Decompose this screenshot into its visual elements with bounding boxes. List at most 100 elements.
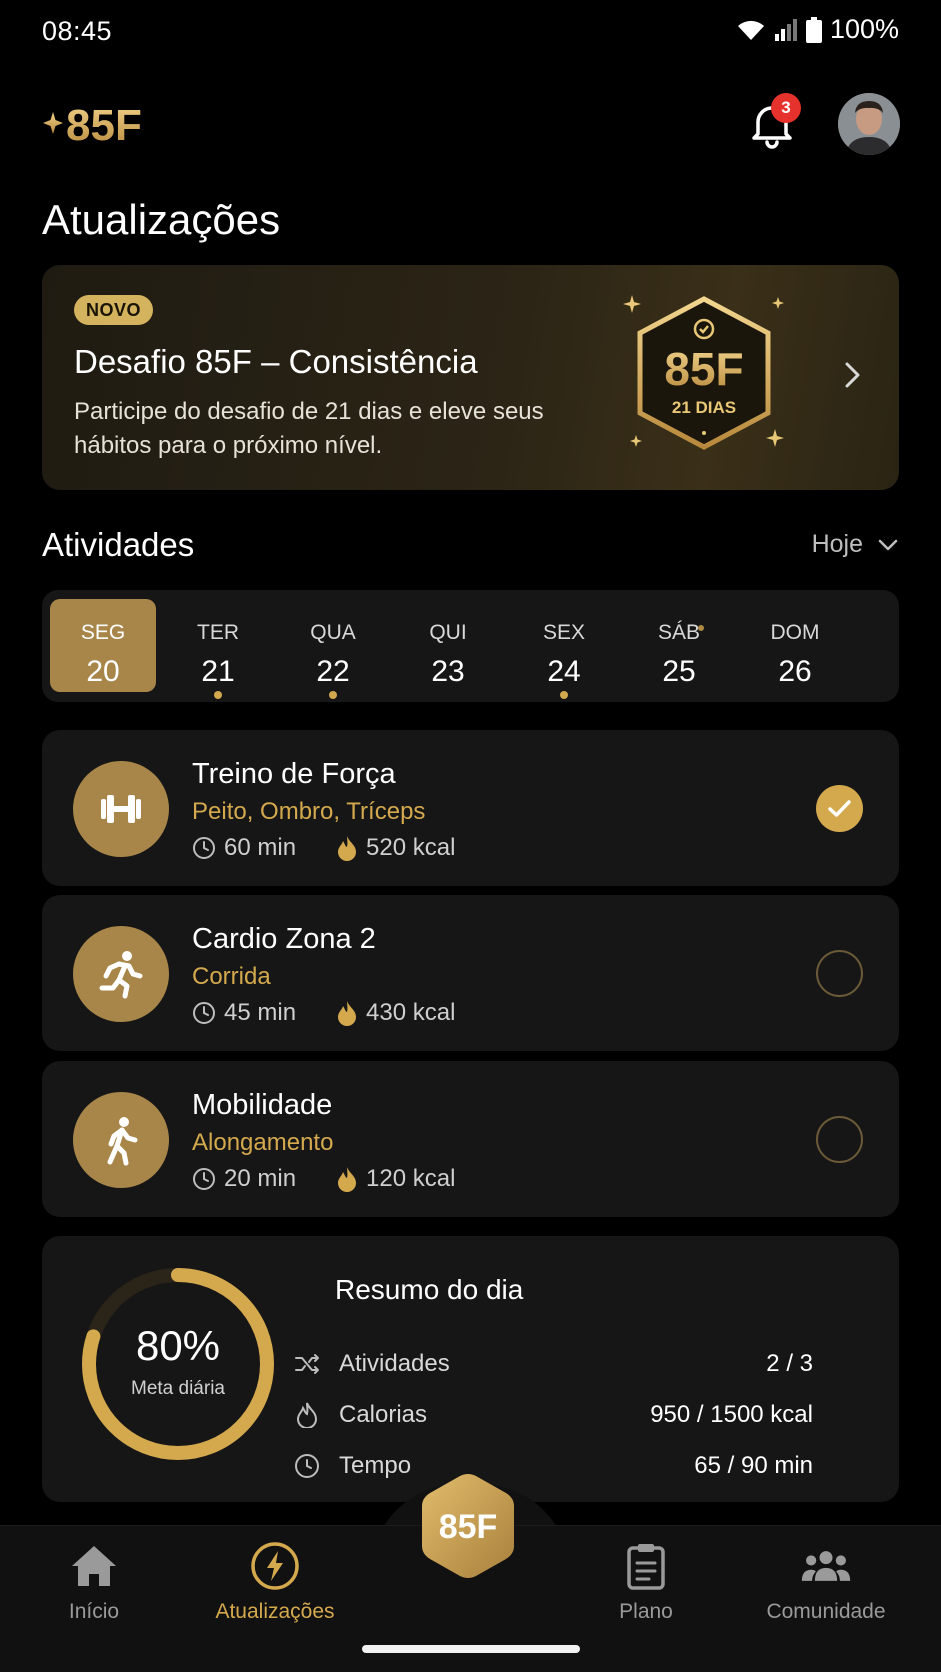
day-name: QUI xyxy=(429,621,467,644)
dumbbell-icon xyxy=(101,795,141,823)
activity-meta: 20 min 120 kcal xyxy=(192,1165,455,1193)
nav-label: Plano xyxy=(619,1600,673,1623)
daily-goal-label: Meta diária xyxy=(131,1378,225,1399)
challenge-banner[interactable]: NOVO Desafio 85F – Consistência Particip… xyxy=(42,265,899,490)
activity-meta: 60 min 520 kcal xyxy=(192,834,455,862)
day-dom[interactable]: DOM 26 xyxy=(742,599,848,692)
challenge-title: Desafio 85F – Consistência xyxy=(74,343,478,380)
bolt-icon xyxy=(251,1542,299,1590)
day-sab[interactable]: SÁB 25 xyxy=(626,599,732,692)
day-activity-dot xyxy=(329,691,337,699)
nav-label: Início xyxy=(68,1600,120,1623)
app-logo[interactable]: 85F xyxy=(40,98,170,150)
logo-text: 85F xyxy=(66,101,142,148)
fab-text: 85F xyxy=(439,1508,498,1546)
activity-calories: 120 kcal xyxy=(366,1165,456,1192)
activity-card-cardio[interactable]: Cardio Zona 2 Corrida 45 min 430 kcal xyxy=(42,895,899,1051)
pending-checkbox[interactable] xyxy=(816,950,863,997)
date-filter-label: Hoje xyxy=(811,530,863,558)
date-filter-dropdown[interactable]: Hoje xyxy=(812,530,899,559)
day-date: 25 xyxy=(662,655,696,688)
notification-badge: 3 xyxy=(771,93,801,123)
activity-subtitle: Peito, Ombro, Tríceps xyxy=(192,798,426,825)
day-ter[interactable]: TER 21 xyxy=(165,599,271,699)
summary-title: Resumo do dia xyxy=(335,1274,524,1305)
day-date: 26 xyxy=(778,655,812,688)
summary-value: 950 / 1500 kcal xyxy=(650,1401,813,1428)
week-selector: SEG 20 TER 21 QUA 22 QUI 23 SEX 24 SÁB 2… xyxy=(42,590,899,702)
day-date: 21 xyxy=(201,655,235,688)
activity-duration: 60 min xyxy=(224,834,297,861)
activity-card-mobility[interactable]: Mobilidade Alongamento 20 min 120 kcal xyxy=(42,1061,899,1217)
walker-icon xyxy=(107,1117,138,1166)
summary-row-activities: Atividades 2 / 3 xyxy=(293,1346,813,1382)
activities-title: Atividades xyxy=(42,526,195,563)
clock-icon xyxy=(193,1002,215,1024)
battery-icon xyxy=(805,16,822,43)
nav-label: Comunidade xyxy=(766,1600,886,1623)
day-name: QUA xyxy=(310,621,356,644)
wifi-icon xyxy=(737,20,764,40)
new-badge: NOVO xyxy=(74,295,154,325)
home-icon xyxy=(72,1546,116,1586)
emblem-brand: 85F xyxy=(664,343,743,395)
nav-label: Atualizações xyxy=(215,1600,335,1623)
chevron-down-icon xyxy=(878,539,898,550)
activity-name: Mobilidade xyxy=(192,1089,333,1121)
status-time: 08:45 xyxy=(42,16,113,46)
summary-row-calories: Calorias 950 / 1500 kcal xyxy=(293,1397,813,1433)
day-marker xyxy=(698,625,704,631)
summary-value: 2 / 3 xyxy=(766,1350,813,1377)
daily-goal-percent: 80% xyxy=(135,1322,221,1369)
day-qua[interactable]: QUA 22 xyxy=(280,599,386,699)
nav-item-inicio[interactable]: Início xyxy=(4,1540,184,1624)
day-name: SÁB xyxy=(657,621,701,644)
flame-icon xyxy=(338,1167,357,1192)
nav-item-comunidade[interactable]: Comunidade xyxy=(736,1540,916,1624)
clock-icon xyxy=(295,1454,319,1478)
activity-calories: 520 kcal xyxy=(366,834,456,861)
day-activity-dot xyxy=(214,691,222,699)
challenge-emblem-icon: 85F 21 DIAS xyxy=(623,295,784,450)
avatar[interactable] xyxy=(838,93,900,155)
day-name: SEX xyxy=(542,621,586,644)
day-date: 22 xyxy=(316,655,350,688)
home-indicator[interactable] xyxy=(362,1645,580,1653)
runner-icon xyxy=(99,951,143,999)
clock-icon xyxy=(193,837,215,859)
activity-icon-container xyxy=(73,1092,169,1188)
activity-name: Cardio Zona 2 xyxy=(192,923,376,955)
day-sex[interactable]: SEX 24 xyxy=(511,599,617,699)
nav-item-atualizacoes[interactable]: Atualizações xyxy=(185,1540,365,1624)
flame-icon xyxy=(296,1402,318,1428)
clipboard-icon xyxy=(627,1544,665,1590)
activity-name: Treino de Força xyxy=(192,758,396,790)
status-icons: 100% xyxy=(736,14,899,45)
status-bar: 08:45 100% xyxy=(0,0,941,62)
battery-level: 100% xyxy=(829,14,899,44)
day-qui[interactable]: QUI 23 xyxy=(395,599,501,692)
day-date: 24 xyxy=(547,655,581,688)
clock-icon xyxy=(193,1168,215,1190)
activity-duration: 20 min xyxy=(224,1165,297,1192)
completed-checkbox[interactable] xyxy=(816,785,863,832)
day-seg[interactable]: SEG 20 xyxy=(50,599,156,692)
center-action-button[interactable]: 85F xyxy=(418,1470,518,1582)
shuffle-icon xyxy=(295,1354,319,1374)
activity-card-strength[interactable]: Treino de Força Peito, Ombro, Tríceps 60… xyxy=(42,730,899,886)
day-name: DOM xyxy=(770,621,820,644)
challenge-description: Participe do desafio de 21 dias e eleve … xyxy=(74,398,544,459)
daily-summary-card: 80% Meta diária Resumo do dia Atividades… xyxy=(42,1236,899,1502)
flame-icon xyxy=(338,836,357,861)
nav-item-plano[interactable]: Plano xyxy=(556,1540,736,1624)
activity-duration: 45 min xyxy=(224,999,297,1026)
check-icon xyxy=(828,800,851,817)
pending-checkbox[interactable] xyxy=(816,1116,863,1163)
summary-label: Calorias xyxy=(339,1401,428,1428)
chevron-right-icon xyxy=(845,362,860,388)
activity-icon-container xyxy=(73,761,169,857)
summary-row-time: Tempo 65 / 90 min xyxy=(293,1448,813,1484)
activity-subtitle: Corrida xyxy=(192,963,271,990)
page-title: Atualizações xyxy=(42,196,281,243)
flame-icon xyxy=(338,1001,357,1026)
